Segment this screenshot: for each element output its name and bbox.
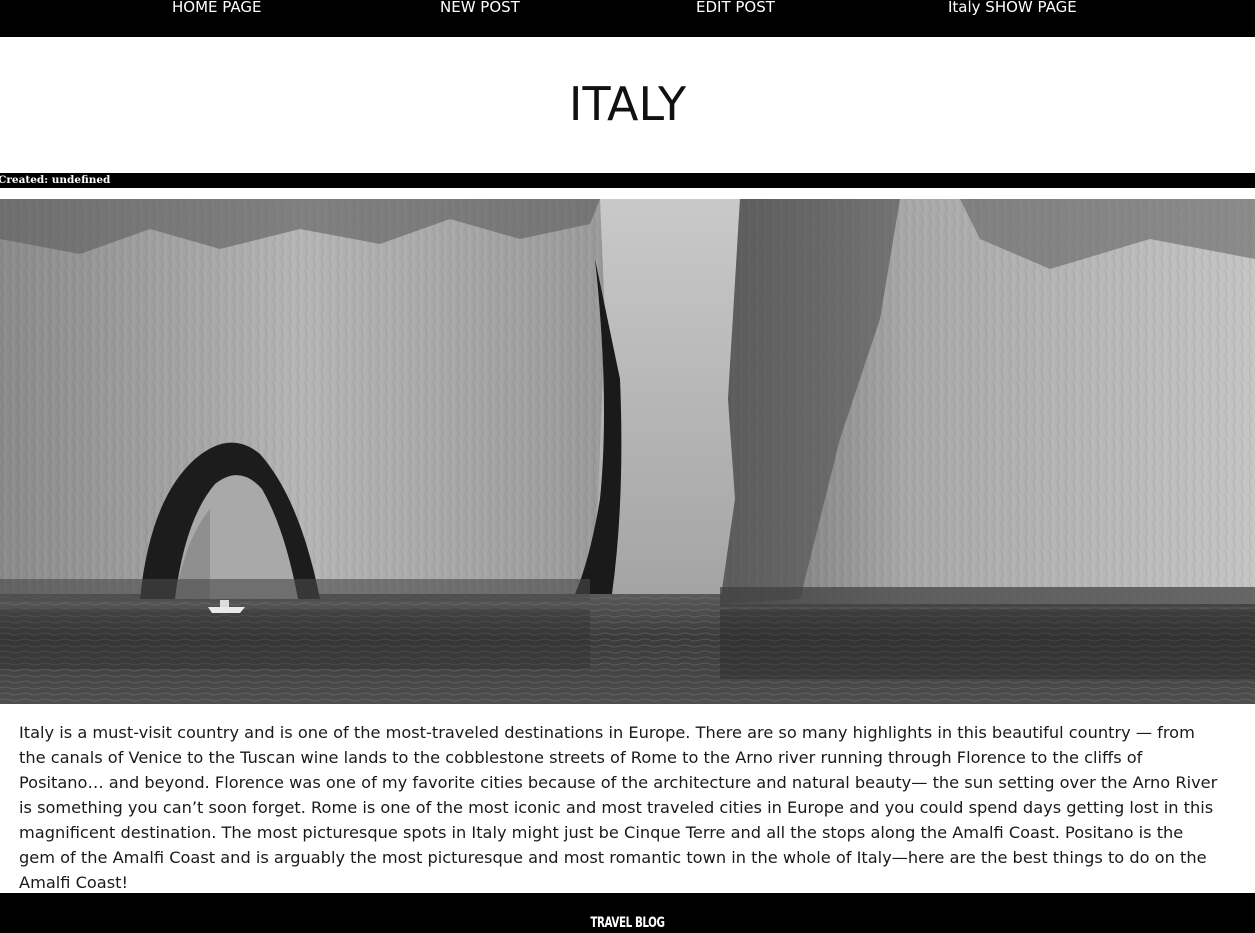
- hero-image: [0, 199, 1255, 704]
- nav-show-page[interactable]: Italy SHOW PAGE: [948, 0, 1077, 16]
- post-body: Italy is a must-visit country and is one…: [19, 723, 1218, 892]
- page-title: ITALY: [568, 77, 687, 131]
- hero-photo: [0, 199, 1255, 704]
- created-label: Created: undefined: [0, 174, 111, 186]
- nav-home-page[interactable]: HOME PAGE: [172, 0, 261, 16]
- footer-brand: TRAVEL BLOG: [590, 915, 665, 931]
- nav-new-post[interactable]: NEW POST: [440, 0, 520, 16]
- created-bar: Created: undefined: [0, 173, 1255, 188]
- footer: TRAVEL BLOG: [0, 893, 1255, 933]
- nav-edit-post[interactable]: EDIT POST: [696, 0, 775, 16]
- top-nav: HOME PAGE NEW POST EDIT POST Italy SHOW …: [0, 0, 1255, 37]
